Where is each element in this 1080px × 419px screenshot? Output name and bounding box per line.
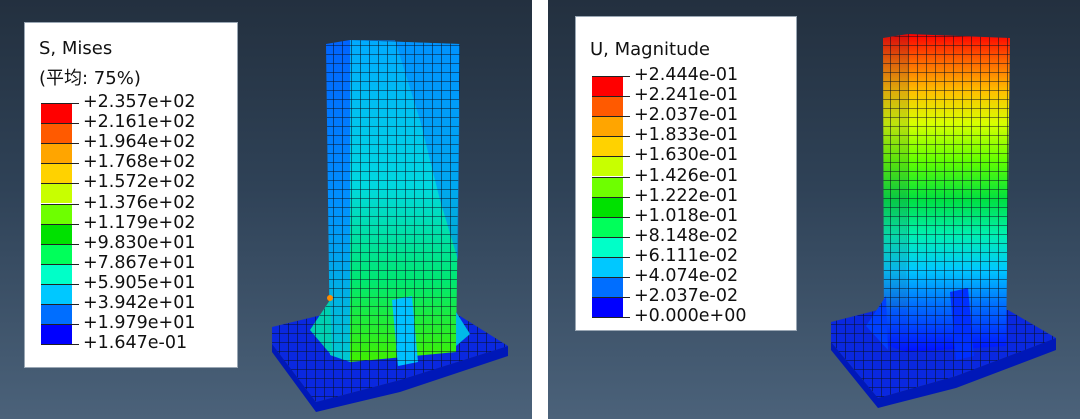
stress-tick-label: +1.768e+02 [83,152,196,173]
displacement-scale-entry: +0.000e+00 [592,306,788,337]
displacement-tick-label: +1.833e-01 [634,125,739,146]
stress-color-swatch [41,263,72,284]
stress-tick-label: +1.572e+02 [83,172,196,193]
displacement-tick-mark [592,136,630,138]
stress-tick-label: +1.979e+01 [83,313,196,334]
stress-tick-label: +2.357e+02 [83,92,196,112]
displacement-tick-label: +2.037e-01 [634,105,739,126]
displacement-legend: U, Magnitude +2.444e-01 +2.241e-01 +2.037e… [575,16,797,331]
displacement-tick-label: +2.444e-01 [634,65,739,85]
stress-color-swatch [41,183,72,204]
displacement-tick-mark [592,297,630,299]
stress-tick-mark [41,163,79,165]
displacement-tick-mark [592,116,630,118]
displacement-tick-mark [592,317,630,319]
displacement-tick-label: +2.241e-01 [634,85,739,106]
stress-tick-mark [41,203,79,205]
stress-tick-label: +3.942e+01 [83,293,196,313]
displacement-color-swatch [592,116,623,137]
stress-tick-mark [41,324,79,326]
displacement-color-swatch [592,156,623,177]
displacement-tick-mark [592,176,630,178]
stress-tick-label: +9.830e+01 [83,232,196,253]
stress-legend-title: S, Mises [39,38,113,59]
displacement-tick-label: +4.074e-02 [634,266,739,286]
displacement-color-swatch [592,297,623,318]
displacement-tick-label: +1.426e-01 [634,165,739,186]
stress-color-swatch [41,324,72,345]
displacement-tick-mark [592,277,630,278]
stress-legend-subtitle: (平均: 75%) [39,68,141,89]
stress-color-swatch [41,123,72,144]
stress-panel: S, Mises (平均: 75%) +2.357e+02 +2.161e+02 +… [0,0,532,419]
stress-tick-label: +5.905e+01 [83,272,196,293]
displacement-tick-mark [592,236,630,238]
stress-color-swatch [41,143,72,164]
stress-tick-mark [41,103,79,104]
stress-tick-mark [41,304,79,305]
displacement-panel: U, Magnitude +2.444e-01 +2.241e-01 +2.037e… [548,0,1080,419]
stress-tick-mark [41,344,79,346]
displacement-tick-label: +0.000e+00 [634,306,747,327]
stress-tick-label: +1.647e-01 [83,333,188,354]
column-side-face [883,34,908,352]
displacement-tick-mark [592,76,630,77]
displacement-color-swatch [592,136,623,157]
stress-tick-mark [41,263,79,265]
stress-color-swatch [41,203,72,224]
displacement-tick-label: +8.148e-02 [634,225,739,246]
displacement-tick-label: +6.111e-02 [634,245,739,266]
displacement-tick-mark [592,96,630,98]
stress-legend: S, Mises (平均: 75%) +2.357e+02 +2.161e+02 +… [24,22,238,368]
displacement-color-swatch [592,277,623,298]
displacement-color-swatch [592,256,623,277]
stress-color-swatch [41,223,72,244]
stress-tick-mark [41,243,79,245]
stress-tick-label: +1.179e+02 [83,212,196,233]
displacement-color-swatch [592,216,623,237]
stress-color-swatch [41,103,72,124]
stress-tick-label: +2.161e+02 [83,112,196,133]
stress-tick-mark [41,183,79,185]
stress-color-swatch [41,283,72,304]
displacement-tick-label: +2.037e-02 [634,286,739,307]
displacement-color-swatch [592,196,623,217]
displacement-tick-label: +1.018e-01 [634,205,739,226]
displacement-color-swatch [592,176,623,197]
stress-tick-mark [41,283,79,285]
stress-tick-mark [41,223,79,225]
stress-tick-mark [41,123,79,125]
stress-tick-label: +1.376e+02 [83,192,196,213]
displacement-color-swatch [592,236,623,257]
displacement-tick-mark [592,216,630,218]
displacement-legend-title: U, Magnitude [590,39,710,60]
displacement-tick-label: +1.222e-01 [634,185,739,206]
stress-tick-mark [41,143,79,145]
displacement-tick-mark [592,256,630,258]
displacement-tick-mark [592,156,630,158]
displacement-tick-mark [592,196,630,198]
stress-tick-label: +1.964e+02 [83,132,196,153]
stress-scale-entry: +1.647e-01 [41,333,237,364]
stress-color-swatch [41,163,72,184]
stress-tick-label: +7.867e+01 [83,252,196,273]
displacement-color-swatch [592,76,623,97]
displacement-color-swatch [592,96,623,117]
stress-color-swatch [41,304,72,325]
stress-color-swatch [41,243,72,264]
displacement-tick-label: +1.630e-01 [634,145,739,166]
